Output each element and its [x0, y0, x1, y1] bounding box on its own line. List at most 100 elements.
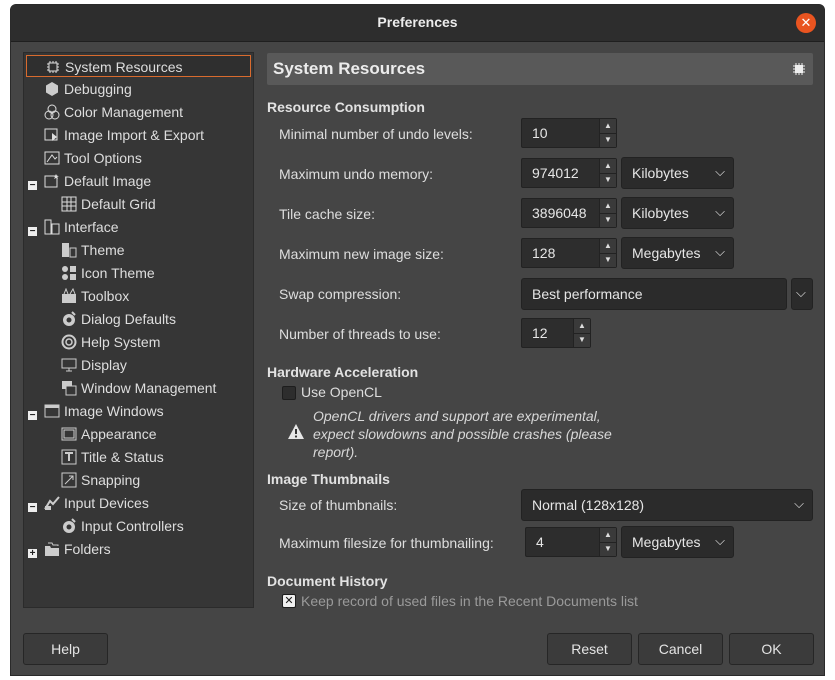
swap-compression-entry[interactable]: Best performance — [521, 278, 787, 310]
undo-levels-value: 10 — [532, 125, 548, 141]
thumbnail-filesize-unit-select[interactable]: Megabytes ⌵ — [621, 526, 734, 558]
page-title: System Resources — [273, 59, 426, 78]
chip-icon — [793, 63, 805, 75]
tile-cache-spinbutton[interactable]: 3896048 ▲ ▼ — [521, 198, 617, 228]
section-title-resource-consumption: Resource Consumption — [267, 99, 425, 115]
opencl-warning-text: OpenCL drivers and support are experimen… — [313, 408, 612, 460]
undo-memory-unit-select[interactable]: Kilobytes ⌵ — [621, 157, 734, 189]
sidebar-item-system-resources[interactable]: System Resources — [26, 55, 251, 77]
new-image-size-value: 128 — [532, 245, 556, 261]
icon-theme-icon — [62, 266, 76, 280]
threads-label: Number of threads to use: — [279, 326, 441, 342]
spin-up-icon[interactable]: ▲ — [574, 319, 590, 334]
undo-memory-value: 974012 — [532, 165, 579, 181]
new-image-size-spinbutton[interactable]: 128 ▲ ▼ — [521, 238, 617, 268]
sidebar-item-label: Appearance — [81, 426, 157, 442]
spin-up-icon[interactable]: ▲ — [600, 239, 616, 254]
use-opencl-label[interactable]: Use OpenCL — [301, 384, 382, 400]
sidebar-item-label: Help System — [81, 334, 161, 350]
collapse-toggle-interface[interactable]: − — [28, 227, 37, 237]
window-management-icon — [62, 381, 77, 396]
toolbox-icon — [62, 288, 76, 303]
use-opencl-checkbox[interactable] — [282, 386, 296, 400]
thumbnail-filesize-value: 4 — [536, 534, 544, 550]
spin-up-icon[interactable]: ▲ — [600, 119, 616, 134]
ok-button[interactable]: OK — [729, 633, 814, 665]
reset-button[interactable]: Reset — [547, 633, 632, 665]
sidebar-item-label: Input Controllers — [81, 518, 184, 534]
appearance-icon — [61, 427, 77, 441]
spin-down-icon[interactable]: ▼ — [600, 253, 616, 267]
import-export-icon — [44, 128, 58, 141]
chevron-down-icon: ⌵ — [715, 244, 725, 259]
spin-up-icon[interactable]: ▲ — [600, 159, 616, 174]
spin-down-icon[interactable]: ▼ — [600, 133, 616, 147]
close-button[interactable]: ✕ — [796, 13, 816, 33]
color-icon — [44, 104, 60, 120]
interface-icon — [44, 219, 60, 235]
tile-cache-value: 3896048 — [532, 205, 587, 221]
tile-cache-label: Tile cache size: — [279, 206, 375, 222]
theme-icon — [62, 243, 77, 258]
new-image-size-unit: Megabytes — [632, 245, 701, 261]
sidebar-item-label: Default Image — [64, 173, 152, 189]
thumbnail-filesize-spinbutton[interactable]: 4 ▲ ▼ — [525, 527, 617, 557]
thumbnail-size-select[interactable]: Normal (128x128) ⌵ — [521, 489, 813, 521]
sidebar-item-label: Icon Theme — [81, 265, 155, 281]
titlebar: Preferences ✕ — [11, 5, 824, 42]
preferences-dialog: Preferences ✕ System Resources Debugging… — [10, 4, 825, 676]
sidebar-item-label: Snapping — [81, 472, 141, 488]
cancel-button[interactable]: Cancel — [638, 633, 723, 665]
new-image-size-unit-select[interactable]: Megabytes ⌵ — [621, 237, 734, 269]
thumbnail-filesize-unit: Megabytes — [632, 534, 701, 550]
sidebar-item-label: Display — [81, 357, 127, 373]
input-controllers-icon — [63, 518, 76, 533]
keep-recent-checkbox[interactable]: ✕ — [282, 594, 296, 608]
grid-icon — [61, 196, 77, 212]
snapping-icon — [61, 472, 77, 488]
dialog-defaults-icon — [63, 311, 76, 326]
spin-down-icon[interactable]: ▼ — [574, 333, 590, 347]
chip-icon — [47, 61, 59, 73]
spin-down-icon[interactable]: ▼ — [600, 542, 616, 556]
undo-memory-spinbutton[interactable]: 974012 ▲ ▼ — [521, 158, 617, 188]
sidebar[interactable]: System Resources Debugging Color Managem… — [23, 52, 254, 608]
title-status-icon — [61, 449, 77, 465]
help-button[interactable]: Help — [23, 633, 108, 665]
threads-value: 12 — [532, 325, 548, 341]
swap-compression-dropdown-button[interactable]: ⌵ — [791, 278, 813, 310]
sidebar-item-label: Color Management — [64, 104, 184, 120]
undo-memory-label: Maximum undo memory: — [279, 166, 434, 182]
expand-toggle-folders[interactable]: + — [28, 549, 37, 559]
spin-up-icon[interactable]: ▲ — [600, 528, 616, 543]
image-windows-icon — [44, 404, 60, 418]
sidebar-item-label: Image Import & Export — [64, 127, 205, 143]
collapse-toggle-default-image[interactable]: − — [28, 181, 37, 191]
close-icon: ✕ — [800, 15, 812, 30]
undo-levels-spinbutton[interactable]: 10 ▲ ▼ — [521, 118, 617, 148]
sidebar-item-label: Input Devices — [64, 495, 149, 511]
swap-compression-value: Best performance — [532, 286, 643, 302]
thumbnail-size-label: Size of thumbnails: — [279, 497, 398, 513]
sidebar-item-label: Tool Options — [64, 150, 142, 166]
collapse-toggle-image-windows[interactable]: − — [28, 411, 37, 421]
tile-cache-unit: Kilobytes — [632, 205, 689, 221]
new-image-size-label: Maximum new image size: — [279, 246, 444, 262]
spin-up-icon[interactable]: ▲ — [600, 199, 616, 214]
section-title-hardware-acceleration: Hardware Acceleration — [267, 364, 419, 380]
warning-icon — [288, 424, 304, 439]
keep-recent-label[interactable]: Keep record of used files in the Recent … — [301, 593, 638, 609]
spin-down-icon[interactable]: ▼ — [600, 173, 616, 187]
sidebar-item-label: Folders — [64, 541, 111, 557]
check-icon: ✕ — [284, 595, 294, 607]
spin-down-icon[interactable]: ▼ — [600, 213, 616, 227]
thumbnail-filesize-label: Maximum filesize for thumbnailing: — [279, 535, 494, 551]
threads-spinbutton[interactable]: 12 ▲ ▼ — [521, 318, 591, 348]
tile-cache-unit-select[interactable]: Kilobytes ⌵ — [621, 197, 734, 229]
sidebar-item-label: Default Grid — [81, 196, 156, 212]
sidebar-item-label: System Resources — [65, 59, 183, 75]
undo-memory-unit: Kilobytes — [632, 165, 689, 181]
default-image-icon — [44, 174, 59, 188]
collapse-toggle-input-devices[interactable]: − — [28, 503, 37, 513]
input-devices-icon — [44, 496, 60, 510]
